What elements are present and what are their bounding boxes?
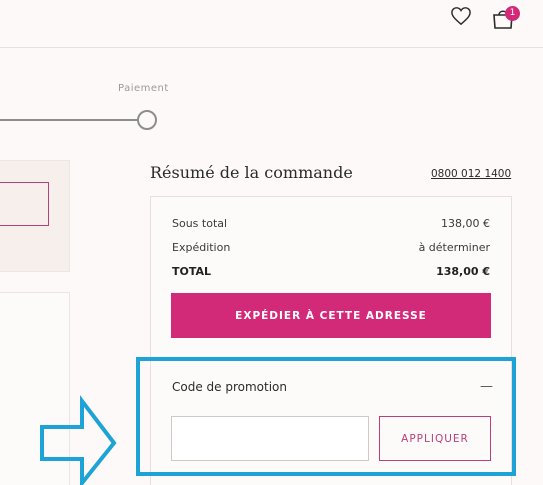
- step-circle-payment: [137, 110, 157, 130]
- total-row: TOTAL 138,00 €: [172, 265, 490, 278]
- address-field[interactable]: [0, 182, 49, 226]
- summary-title: Résumé de la commande: [150, 163, 353, 182]
- subtotal-row: Sous total 138,00 €: [172, 217, 490, 230]
- highlight-box: [136, 357, 516, 476]
- phone-link[interactable]: 0800 012 1400: [431, 168, 511, 180]
- heart-icon[interactable]: [450, 6, 472, 26]
- step-label-payment: Paiement: [118, 83, 169, 94]
- total-value: 138,00 €: [436, 265, 490, 278]
- total-label: TOTAL: [172, 265, 212, 278]
- subtotal-value: 138,00 €: [441, 217, 490, 230]
- step-progress-line: [0, 119, 140, 121]
- shipping-label: Expédition: [172, 241, 231, 254]
- shipping-value: à déterminer: [418, 241, 490, 254]
- shipping-row: Expédition à déterminer: [172, 241, 490, 254]
- cart-count-badge: 1: [505, 6, 520, 21]
- right-arrow-outline-icon: [40, 395, 117, 485]
- subtotal-label: Sous total: [172, 217, 228, 230]
- ship-to-address-button[interactable]: EXPÉDIER À CETTE ADRESSE: [171, 293, 491, 338]
